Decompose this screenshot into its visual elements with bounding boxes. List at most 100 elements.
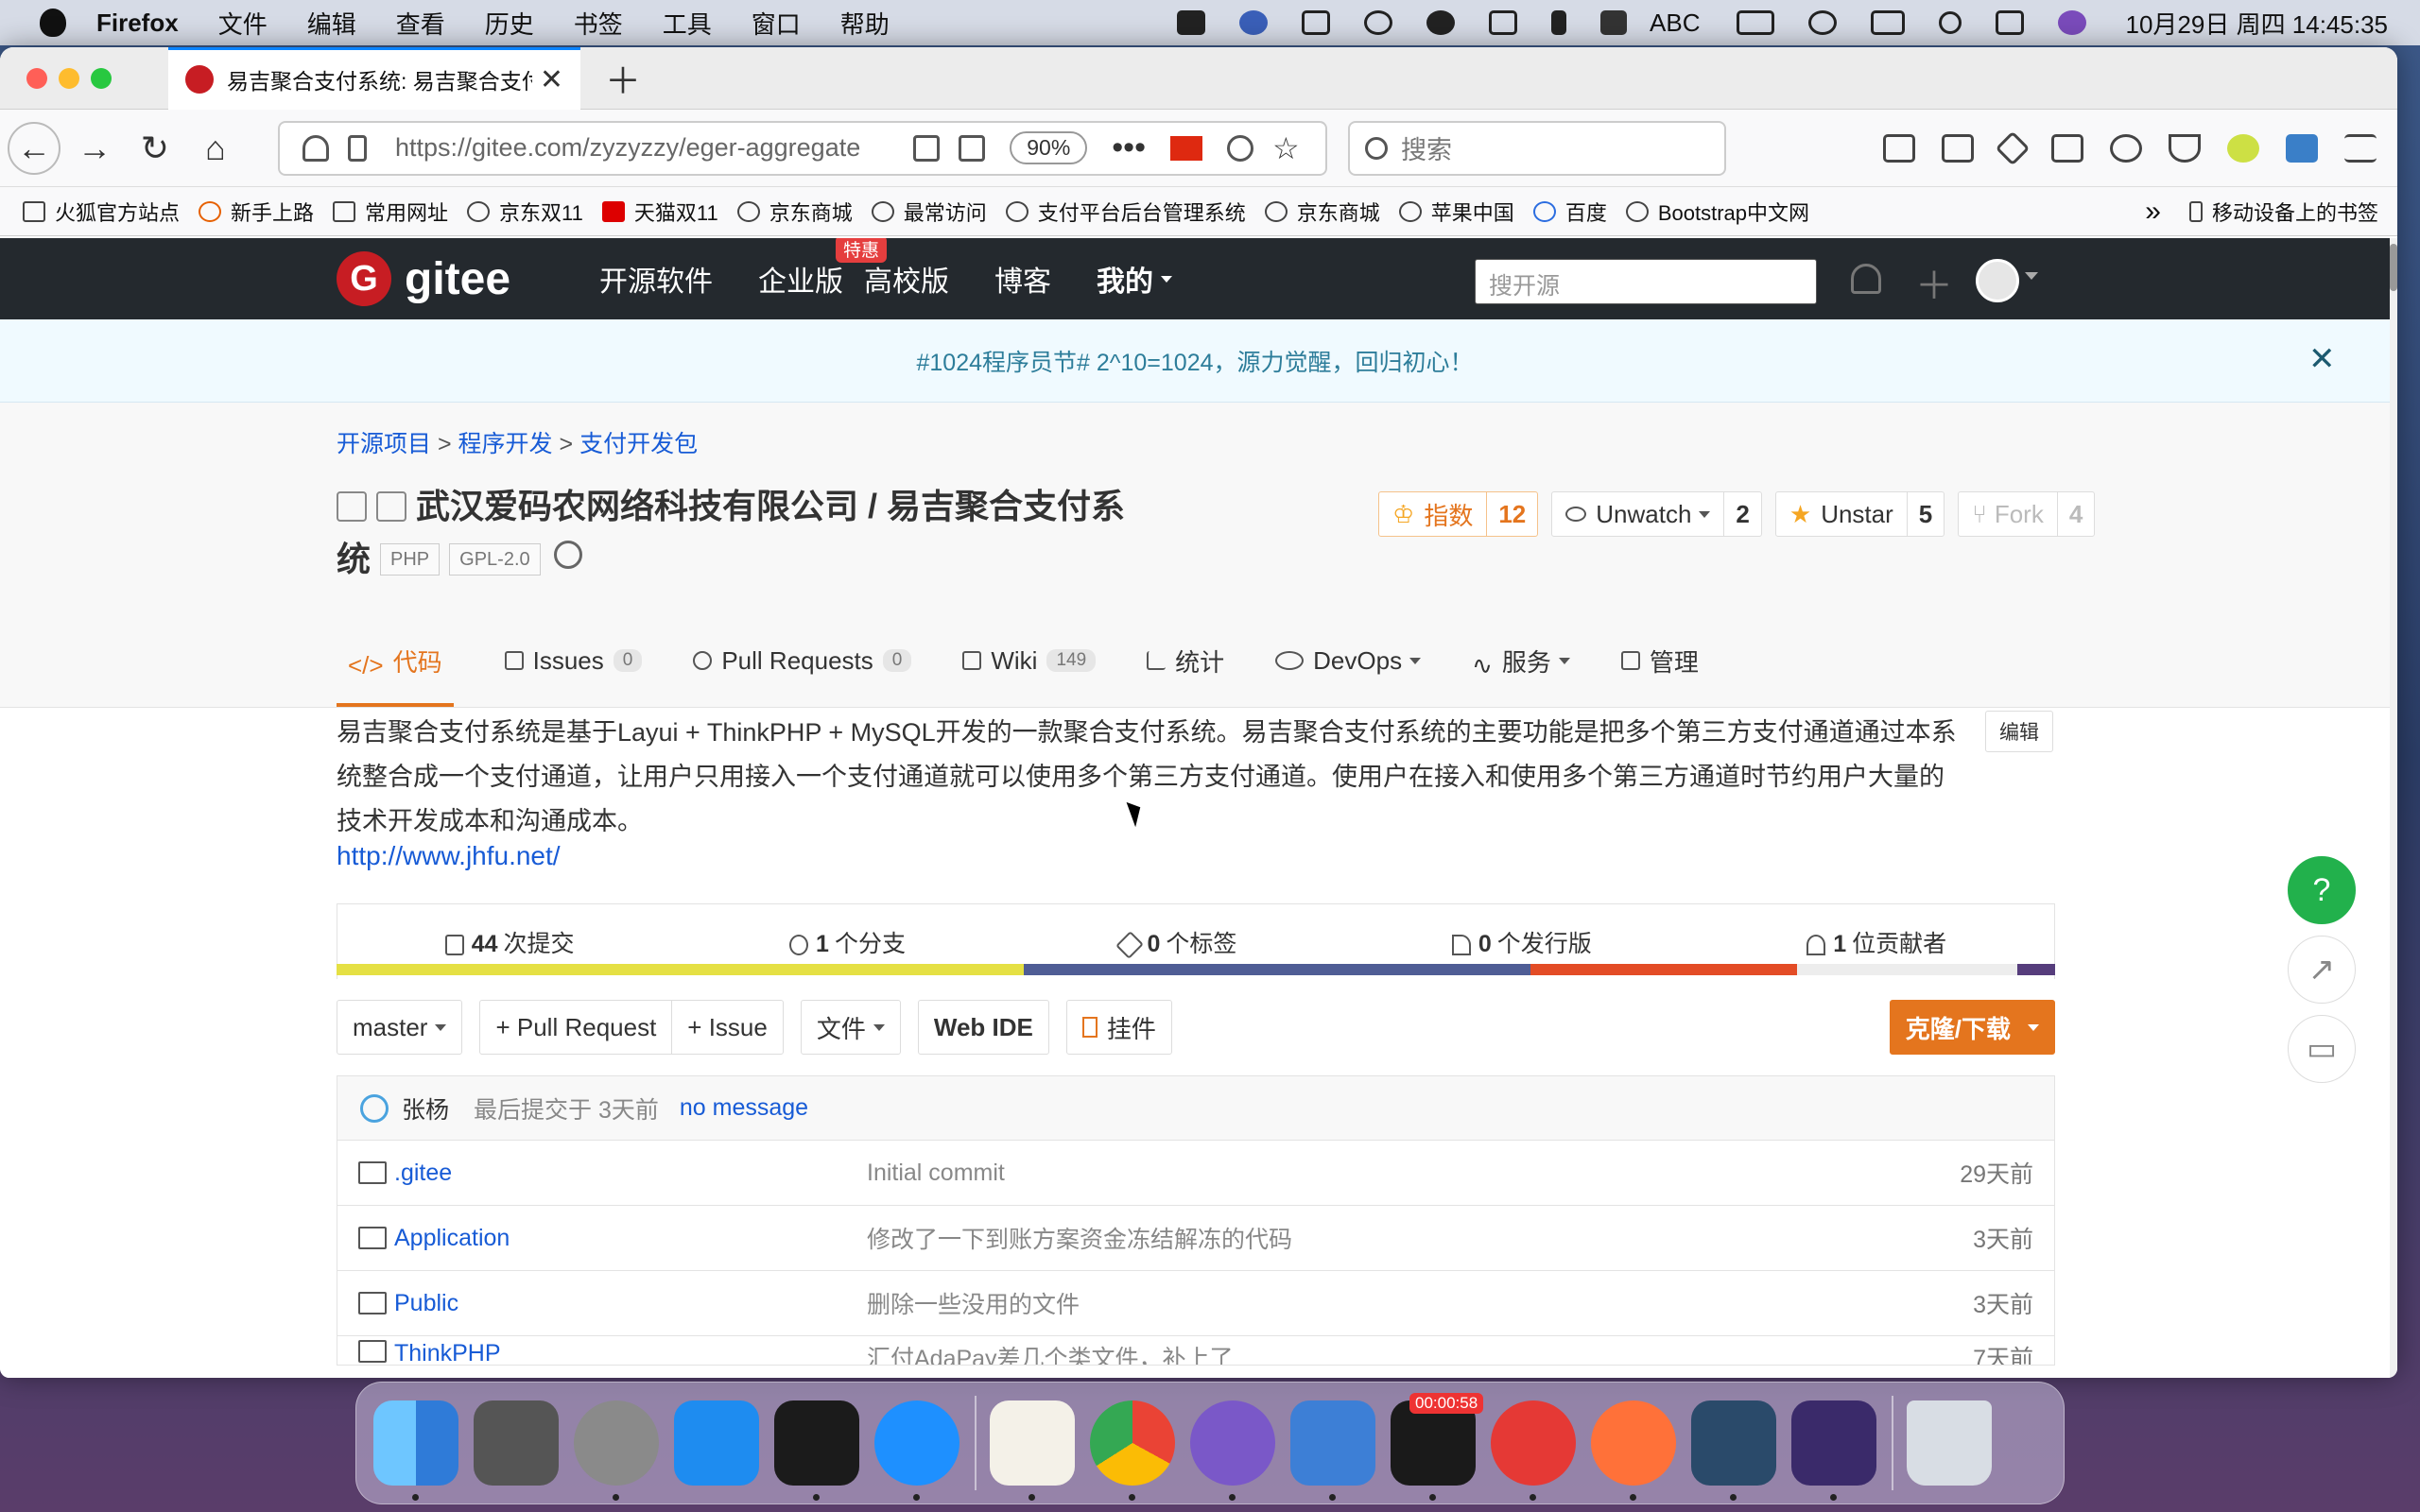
maximize-window-button[interactable] xyxy=(91,67,112,89)
bookmark-item[interactable]: 百度 xyxy=(1532,197,1607,227)
branches-stat[interactable]: 1 个分支 xyxy=(789,925,906,959)
share-icon[interactable]: ↗ xyxy=(2288,936,2356,1004)
menu-app-name[interactable]: Firefox xyxy=(96,9,179,38)
breadcrumb-open-source[interactable]: 开源项目 xyxy=(337,431,431,457)
menu-bookmarks[interactable]: 书签 xyxy=(574,6,623,41)
minimize-window-button[interactable] xyxy=(59,67,79,89)
breadcrumb-payment[interactable]: 支付开发包 xyxy=(579,431,698,457)
bookmark-item[interactable]: Bootstrap中文网 xyxy=(1625,197,1809,227)
back-button[interactable]: ← xyxy=(8,121,60,175)
home-button[interactable]: ⌂ xyxy=(189,122,242,175)
input-method-label[interactable]: ABC xyxy=(1650,9,1700,38)
control-center-icon[interactable] xyxy=(1995,10,2024,35)
table-row[interactable]: .gitee Initial commit 29天前 xyxy=(337,1141,2054,1206)
tab-stats[interactable]: 统计 xyxy=(1147,618,1224,707)
fork-button[interactable]: ⑂ Fork 4 xyxy=(1958,491,2096,537)
widget-button[interactable]: 挂件 xyxy=(1065,1000,1172,1055)
tab-devops[interactable]: DevOps xyxy=(1275,618,1422,707)
memory-icon[interactable] xyxy=(1870,10,1905,35)
extension-diamond-icon[interactable] xyxy=(1995,130,2031,165)
input-source-icon[interactable] xyxy=(1600,10,1628,35)
commit-message[interactable]: no message xyxy=(680,1094,808,1122)
language-segment[interactable] xyxy=(337,964,1025,975)
url-bar[interactable]: https://gitee.com/zyzyzzy/eger-aggregate… xyxy=(278,120,1327,176)
security-icon[interactable] xyxy=(1364,10,1393,35)
bookmark-item[interactable]: 支付平台后台管理系统 xyxy=(1005,197,1246,227)
bookmark-item[interactable]: 苹果中国 xyxy=(1398,197,1514,227)
close-icon[interactable]: ✕ xyxy=(2308,340,2336,378)
tab-pull-requests[interactable]: Pull Requests 0 xyxy=(693,618,912,707)
quicktime-icon[interactable] xyxy=(1691,1400,1776,1501)
firefox-icon[interactable] xyxy=(1591,1400,1676,1501)
bookmark-item[interactable]: 京东双11 xyxy=(467,197,583,227)
language-label[interactable]: PHP xyxy=(380,543,441,576)
new-tab-button[interactable]: ＋ xyxy=(605,52,641,104)
bookmark-item[interactable]: 京东商城 xyxy=(1264,197,1380,227)
sidebar-icon[interactable] xyxy=(1942,133,1974,163)
launchpad-icon[interactable] xyxy=(474,1400,559,1486)
plus-icon[interactable]: ＋ xyxy=(1915,255,1953,307)
notice-text[interactable]: #1024程序员节# 2^10=1024，源力觉醒，回归初心！ xyxy=(916,344,1473,378)
tab-manage[interactable]: 管理 xyxy=(1620,618,1699,707)
undo-icon[interactable] xyxy=(2110,133,2142,163)
china-flag-icon[interactable] xyxy=(1170,135,1202,161)
sequel-pro-icon[interactable] xyxy=(1290,1400,1375,1501)
new-issue-button[interactable]: + Issue xyxy=(671,1001,783,1054)
files-dropdown[interactable]: 文件 xyxy=(800,1000,901,1055)
gitee-logo[interactable]: G gitee xyxy=(337,251,510,306)
menu-view[interactable]: 查看 xyxy=(396,6,445,41)
bell-icon[interactable] xyxy=(1851,264,1881,294)
globe-icon[interactable] xyxy=(1239,10,1269,35)
phpstorm-icon[interactable] xyxy=(1791,1400,1876,1501)
menu-file[interactable]: 文件 xyxy=(218,6,268,41)
file-name[interactable]: Public xyxy=(394,1290,867,1317)
page-actions-icon[interactable]: ••• xyxy=(1112,129,1146,166)
reader-view-icon[interactable] xyxy=(959,134,986,162)
license-label[interactable]: GPL-2.0 xyxy=(449,543,541,576)
trash-icon[interactable] xyxy=(1907,1400,1992,1486)
project-title-line1[interactable]: 武汉爱码农网络科技有限公司 / 易吉聚合支付系 xyxy=(416,487,1125,525)
url-text[interactable]: https://gitee.com/zyzyzzy/eger-aggregate xyxy=(395,133,904,163)
star-bookmark-icon[interactable]: ☆ xyxy=(1272,133,1303,163)
language-segment[interactable] xyxy=(2016,964,2055,975)
scrollbar-thumb[interactable] xyxy=(2390,244,2397,291)
library-icon[interactable] xyxy=(1883,133,1915,163)
keyboard-icon[interactable] xyxy=(1489,10,1518,35)
crop-icon[interactable] xyxy=(2051,133,2083,163)
bookmark-item[interactable]: 常用网址 xyxy=(333,197,448,227)
mobile-bookmarks-link[interactable]: 移动设备上的书签 xyxy=(2212,197,2378,227)
close-tab-icon[interactable]: ✕ xyxy=(540,63,563,96)
menu-edit[interactable]: 编辑 xyxy=(307,6,356,41)
file-name[interactable]: ThinkPHP xyxy=(394,1340,867,1365)
menu-help[interactable]: 帮助 xyxy=(840,6,890,41)
siri-icon[interactable] xyxy=(2057,10,2086,35)
spotlight-icon[interactable] xyxy=(1938,11,1962,34)
browser-tab-active[interactable]: 易吉聚合支付系统: 易吉聚合支付系统 ✕ xyxy=(168,47,580,110)
branch-select[interactable]: master xyxy=(337,1000,463,1055)
app-store-icon[interactable] xyxy=(674,1400,759,1486)
menu-tools[interactable]: 工具 xyxy=(663,6,712,41)
nav-university[interactable]: 高校版 xyxy=(864,258,949,300)
tab-wiki[interactable]: Wiki 149 xyxy=(962,618,1097,707)
file-name[interactable]: .gitee xyxy=(394,1160,867,1187)
system-preferences-icon[interactable] xyxy=(574,1400,659,1501)
tab-issues[interactable]: Issues 0 xyxy=(504,618,643,707)
breadcrumb-dev[interactable]: 程序开发 xyxy=(458,431,553,457)
layout-icon[interactable] xyxy=(1302,10,1331,35)
hamburger-menu-icon[interactable] xyxy=(2344,133,2377,163)
project-title-line2[interactable]: 统 xyxy=(337,540,371,578)
file-name[interactable]: Application xyxy=(394,1225,867,1252)
file-commit-message[interactable]: 修改了一下到账方案资金冻结解冻的代码 xyxy=(867,1221,1973,1255)
screen-recorder-icon[interactable]: 00:00:58 xyxy=(1391,1393,1484,1501)
wifi-icon[interactable] xyxy=(1807,10,1837,35)
bookmark-item[interactable]: 京东商城 xyxy=(736,197,853,227)
award-icon[interactable] xyxy=(553,541,582,569)
apple-menu-icon[interactable] xyxy=(40,9,66,37)
unwatch-button[interactable]: Unwatch 2 xyxy=(1551,491,1762,537)
language-bar[interactable] xyxy=(337,964,2055,975)
bluetooth-icon[interactable] xyxy=(1551,10,1567,35)
page-scrollbar[interactable] xyxy=(2390,238,2397,1378)
tags-stat[interactable]: 0 个标签 xyxy=(1115,925,1236,959)
paw-app-icon[interactable] xyxy=(1491,1400,1576,1501)
chrome-icon[interactable] xyxy=(1090,1400,1175,1501)
